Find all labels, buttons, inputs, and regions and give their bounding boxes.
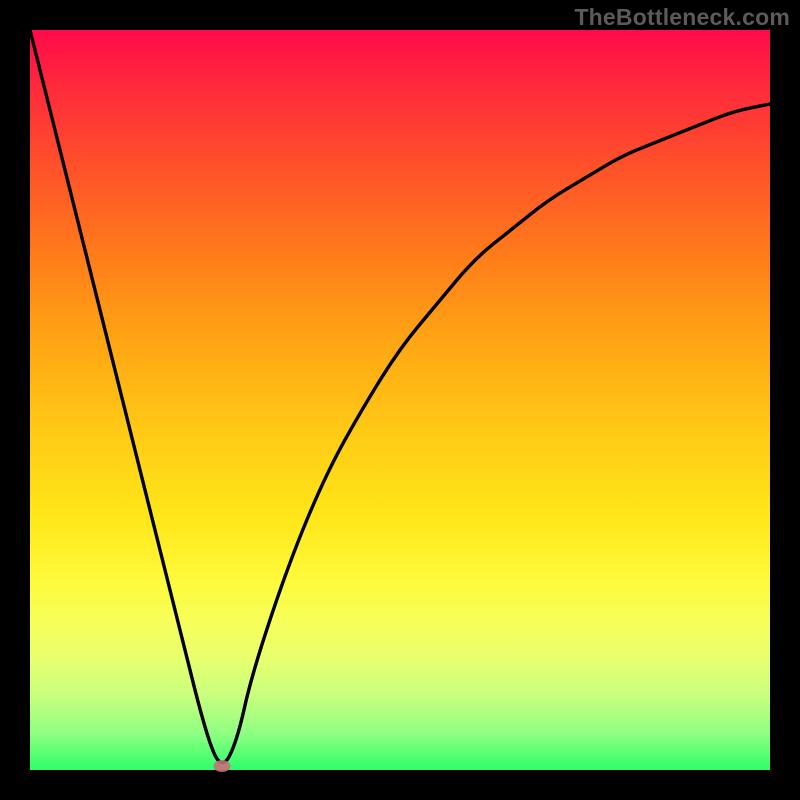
chart-frame: TheBottleneck.com — [0, 0, 800, 800]
bottleneck-curve — [30, 30, 770, 770]
curve-path — [30, 30, 770, 763]
plot-area — [30, 30, 770, 770]
min-marker — [214, 760, 231, 772]
watermark-text: TheBottleneck.com — [574, 4, 790, 31]
